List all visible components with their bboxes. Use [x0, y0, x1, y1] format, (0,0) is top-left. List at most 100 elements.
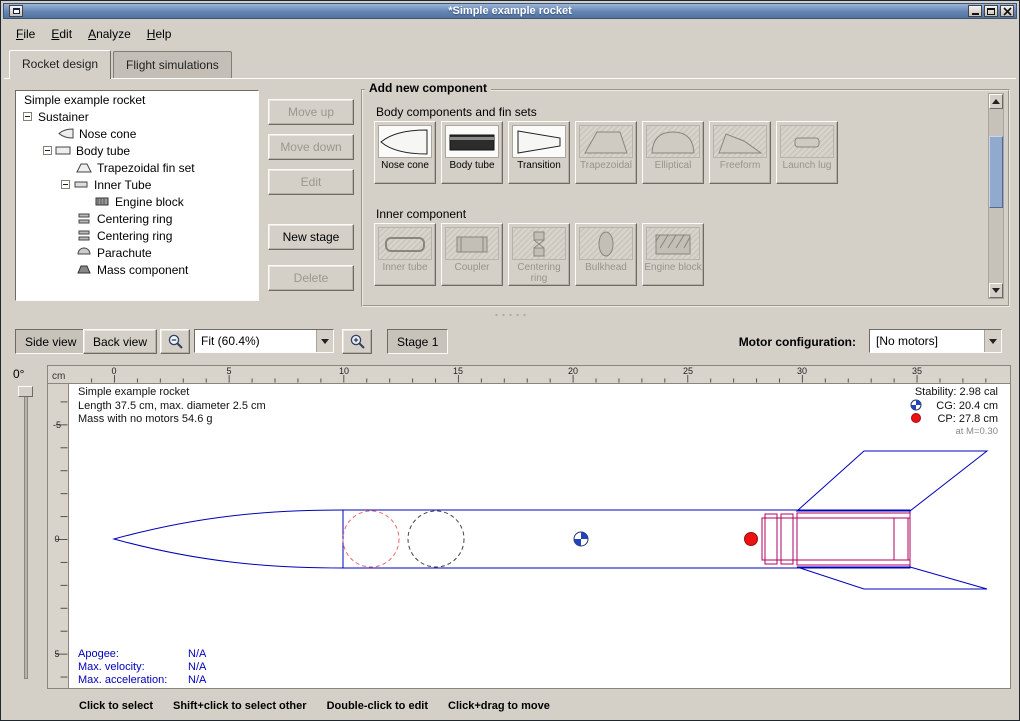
svg-text:10: 10	[339, 366, 349, 376]
new-stage-button[interactable]: New stage	[268, 224, 354, 250]
inner-component-section-label: Inner component	[376, 207, 466, 221]
chevron-down-icon	[984, 330, 1001, 352]
tree-expander-icon[interactable]	[23, 112, 32, 121]
delete-button[interactable]: Delete	[268, 265, 354, 291]
tree-row-centering-ring-2[interactable]: Centering ring	[16, 227, 258, 244]
tree-label: Simple example rocket	[21, 93, 145, 107]
zoom-select[interactable]: Fit (60.4%)	[194, 329, 334, 353]
tree-row-fin-set[interactable]: Trapezoidal fin set	[16, 159, 258, 176]
edit-button[interactable]: Edit	[268, 169, 354, 195]
add-centering-ring-button[interactable]: Centering ring	[508, 223, 570, 286]
engine-block-shape[interactable]	[894, 518, 908, 560]
menu-help[interactable]: Help	[139, 24, 180, 44]
menubar: File Edit Analyze Help	[4, 21, 1016, 46]
motor-configuration-label: Motor configuration:	[739, 335, 856, 349]
tree-row-parachute[interactable]: Parachute	[16, 244, 258, 261]
tab-flight-simulations[interactable]: Flight simulations	[113, 51, 232, 78]
status-hint: Click+drag to move	[448, 700, 550, 712]
zoom-in-icon	[349, 333, 366, 350]
scrollbar-down-button[interactable]	[989, 283, 1003, 298]
rocket-canvas[interactable]: cm 0 5 10 15 20 25 30 35 -5 0 5	[47, 365, 1011, 689]
svg-text:5: 5	[54, 649, 59, 659]
scrollbar-up-button[interactable]	[989, 94, 1003, 109]
tree-row-mass-component[interactable]: Mass component	[16, 261, 258, 278]
add-inner-tube-button[interactable]: Inner tube	[374, 223, 436, 286]
svg-text:0: 0	[111, 366, 116, 376]
svg-text:Length 37.5 cm, max. diameter: Length 37.5 cm, max. diameter 2.5 cm	[78, 400, 266, 412]
maximize-button[interactable]	[984, 5, 998, 17]
tree-label: Centering ring	[94, 229, 172, 243]
tree-row-inner-tube[interactable]: Inner Tube	[16, 176, 258, 193]
svg-text:Mass with no motors 54.6 g: Mass with no motors 54.6 g	[78, 413, 213, 425]
add-transition-button[interactable]: Transition	[508, 121, 570, 184]
tree-label: Centering ring	[94, 212, 172, 226]
inner-tube-shape[interactable]	[762, 518, 910, 560]
zoom-out-button[interactable]	[160, 329, 190, 354]
tree-row-sustainer[interactable]: Sustainer	[16, 108, 258, 125]
tree-expander-icon[interactable]	[43, 146, 52, 155]
stage-1-toggle[interactable]: Stage 1	[387, 329, 448, 354]
rotation-slider[interactable]	[24, 390, 28, 679]
rocket-body-outline[interactable]	[114, 510, 910, 568]
tab-rocket-design[interactable]: Rocket design	[9, 50, 111, 79]
mass-component-shape[interactable]	[408, 511, 464, 567]
motor-configuration-select[interactable]: [No motors]	[869, 329, 1002, 353]
window-menu-icon	[13, 8, 20, 14]
add-bulkhead-button[interactable]: Bulkhead	[575, 223, 637, 286]
tree-row-nose-cone[interactable]: Nose cone	[16, 125, 258, 142]
zoom-out-icon	[167, 333, 184, 350]
svg-text:CG: 20.4 cm: CG: 20.4 cm	[936, 400, 998, 412]
centering-ring-shape-1[interactable]	[765, 514, 777, 564]
tree-row-centering-ring-1[interactable]: Centering ring	[16, 210, 258, 227]
add-coupler-button[interactable]: Coupler	[441, 223, 503, 286]
split-pane-divider[interactable]	[4, 307, 1016, 323]
move-down-button[interactable]: Move down	[268, 134, 354, 160]
rocket-info-text: Simple example rocket Length 37.5 cm, ma…	[78, 386, 266, 425]
menu-file[interactable]: File	[8, 24, 43, 44]
add-component-title: Add new component	[365, 81, 491, 95]
tree-row-engine-block[interactable]: Engine block	[16, 193, 258, 210]
add-launch-lug-button[interactable]: Launch lug	[776, 121, 838, 184]
add-freeform-fin-button[interactable]: Freeform	[709, 121, 771, 184]
svg-text:Max. velocity:: Max. velocity:	[78, 661, 145, 673]
palette-scrollbar[interactable]	[988, 93, 1004, 299]
component-tree[interactable]: Simple example rocket Sustainer Nose con…	[15, 90, 259, 301]
svg-text:at M=0.30: at M=0.30	[955, 426, 998, 437]
centering-ring-shape-2[interactable]	[781, 514, 793, 564]
fin-shape-top[interactable]	[797, 451, 987, 511]
window-menu-button[interactable]	[9, 5, 23, 17]
back-view-button[interactable]: Back view	[83, 329, 157, 354]
svg-text:25: 25	[683, 366, 693, 376]
add-engine-block-button[interactable]: Engine block	[642, 223, 704, 286]
minimize-button[interactable]	[968, 5, 982, 17]
move-up-button[interactable]: Move up	[268, 99, 354, 125]
add-trapezoidal-fin-button[interactable]: Trapezoidal	[575, 121, 637, 184]
freeform-fin-icon	[713, 125, 767, 158]
titlebar[interactable]: *Simple example rocket	[3, 3, 1017, 19]
fin-tab-shape[interactable]	[797, 513, 910, 565]
tree-label: Sustainer	[35, 110, 89, 124]
scrollbar-thumb[interactable]	[989, 136, 1003, 208]
inner-tube-icon	[73, 179, 89, 190]
close-button[interactable]	[1000, 5, 1014, 17]
tree-row-body-tube[interactable]: Body tube	[16, 142, 258, 159]
menu-edit[interactable]: Edit	[43, 24, 80, 44]
add-elliptical-fin-button[interactable]: Elliptical	[642, 121, 704, 184]
parachute-shape[interactable]	[343, 511, 399, 567]
add-body-tube-button[interactable]: Body tube	[441, 121, 503, 184]
rotation-slider-handle[interactable]	[18, 386, 33, 397]
maximize-icon	[987, 8, 995, 15]
flight-data-text: Apogee: N/A Max. velocity: N/A Max. acce…	[78, 648, 207, 686]
zoom-in-button[interactable]	[342, 329, 372, 354]
elliptical-fin-icon	[646, 125, 700, 158]
tree-expander-icon[interactable]	[61, 180, 70, 189]
minimize-icon	[972, 13, 979, 15]
inner-tube-icon	[378, 227, 432, 260]
window-title: *Simple example rocket	[4, 4, 1016, 18]
add-nose-cone-button[interactable]: Nose cone	[374, 121, 436, 184]
menu-analyze[interactable]: Analyze	[80, 24, 139, 44]
motor-configuration-value: [No motors]	[870, 330, 984, 352]
side-view-button[interactable]: Side view	[15, 329, 86, 354]
fin-shape-bottom[interactable]	[797, 567, 987, 589]
tree-row-rocket[interactable]: Simple example rocket	[16, 91, 258, 108]
